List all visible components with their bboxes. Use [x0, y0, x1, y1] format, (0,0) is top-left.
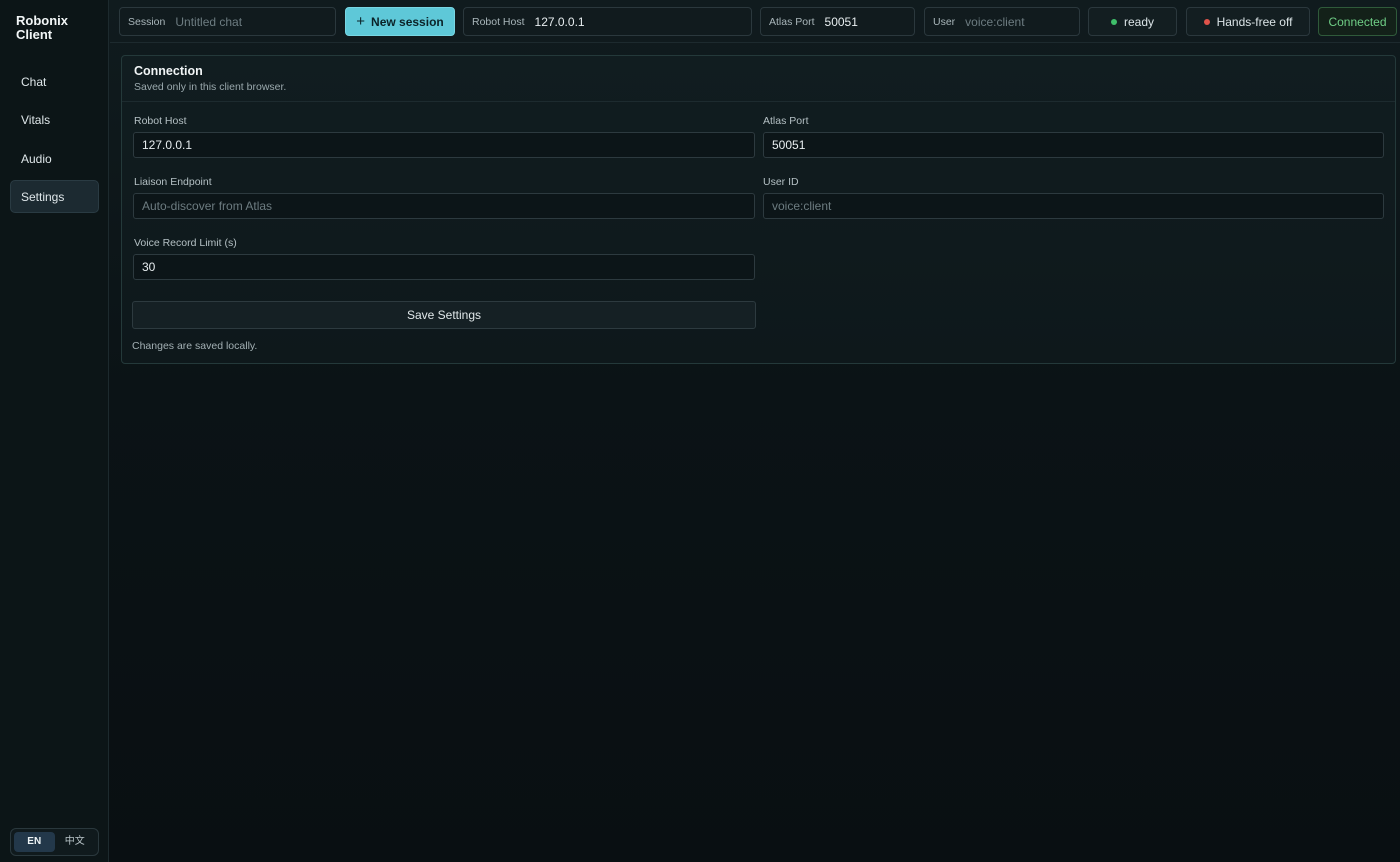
lang-zh-button[interactable]: 中文	[55, 832, 96, 852]
hands-free-label: Hands-free off	[1216, 14, 1293, 29]
top-bar: Session Untitled chat + New session Robo…	[110, 0, 1400, 43]
voice-limit-input[interactable]: 30	[133, 254, 755, 280]
atlas-port-input[interactable]: 50051	[763, 132, 1384, 158]
connection-card: Connection Saved only in this client bro…	[121, 55, 1396, 364]
plus-icon: +	[356, 13, 366, 30]
card-title: Connection	[134, 64, 203, 78]
app-brand: Robonix Client	[16, 14, 96, 42]
session-label: Session	[128, 15, 166, 28]
save-note: Changes are saved locally.	[132, 340, 258, 352]
brand-line: Robonix	[16, 13, 68, 28]
sidebar-item-vitals[interactable]: Vitals	[10, 103, 99, 136]
card-subtitle: Saved only in this client browser.	[134, 81, 287, 93]
session-input[interactable]: Untitled chat	[175, 15, 242, 29]
user-id-label: User ID	[763, 176, 799, 188]
user-input[interactable]: voice:client	[965, 15, 1024, 29]
atlas-port-input[interactable]: 50051	[825, 15, 858, 29]
voice-limit-label: Voice Record Limit (s)	[134, 237, 237, 249]
hands-free-dot-icon	[1203, 18, 1210, 25]
connection-status-button[interactable]: Connected	[1318, 7, 1397, 36]
robot-host-label: Robot Host	[134, 115, 187, 127]
sidebar-item-audio[interactable]: Audio	[10, 142, 99, 175]
new-session-button[interactable]: + New session	[345, 7, 455, 36]
card-header: Connection Saved only in this client bro…	[122, 56, 1395, 102]
save-settings-button[interactable]: Save Settings	[132, 301, 756, 329]
sidebar: Robonix Client Chat Vitals Audio Setting…	[0, 0, 109, 862]
language-toggle: EN 中文	[10, 828, 99, 856]
user-label: User	[933, 15, 956, 28]
robot-host-label: Robot Host	[472, 15, 525, 28]
lang-en-button[interactable]: EN	[14, 832, 55, 852]
hands-free-toggle[interactable]: Hands-free off	[1186, 7, 1310, 36]
liaison-endpoint-label: Liaison Endpoint	[134, 176, 212, 188]
user-id-input[interactable]: voice:client	[763, 193, 1384, 219]
new-session-label: New session	[371, 14, 444, 29]
robot-host-input[interactable]: 127.0.0.1	[535, 15, 585, 29]
brand-line: Client	[16, 27, 53, 42]
status-badge: ready	[1088, 7, 1177, 36]
robot-host-field[interactable]: Robot Host 127.0.0.1	[463, 7, 752, 36]
atlas-port-label: Atlas Port	[763, 115, 809, 127]
status-dot-icon	[1110, 18, 1117, 25]
sidebar-item-chat[interactable]: Chat	[10, 65, 99, 98]
robot-host-input[interactable]: 127.0.0.1	[133, 132, 755, 158]
atlas-port-label: Atlas Port	[769, 15, 815, 28]
liaison-endpoint-input[interactable]: Auto-discover from Atlas	[133, 193, 755, 219]
session-field[interactable]: Session Untitled chat	[119, 7, 336, 36]
user-field[interactable]: User voice:client	[924, 7, 1080, 36]
atlas-port-field[interactable]: Atlas Port 50051	[760, 7, 915, 36]
sidebar-item-settings[interactable]: Settings	[10, 180, 99, 213]
status-label: ready	[1123, 14, 1155, 29]
